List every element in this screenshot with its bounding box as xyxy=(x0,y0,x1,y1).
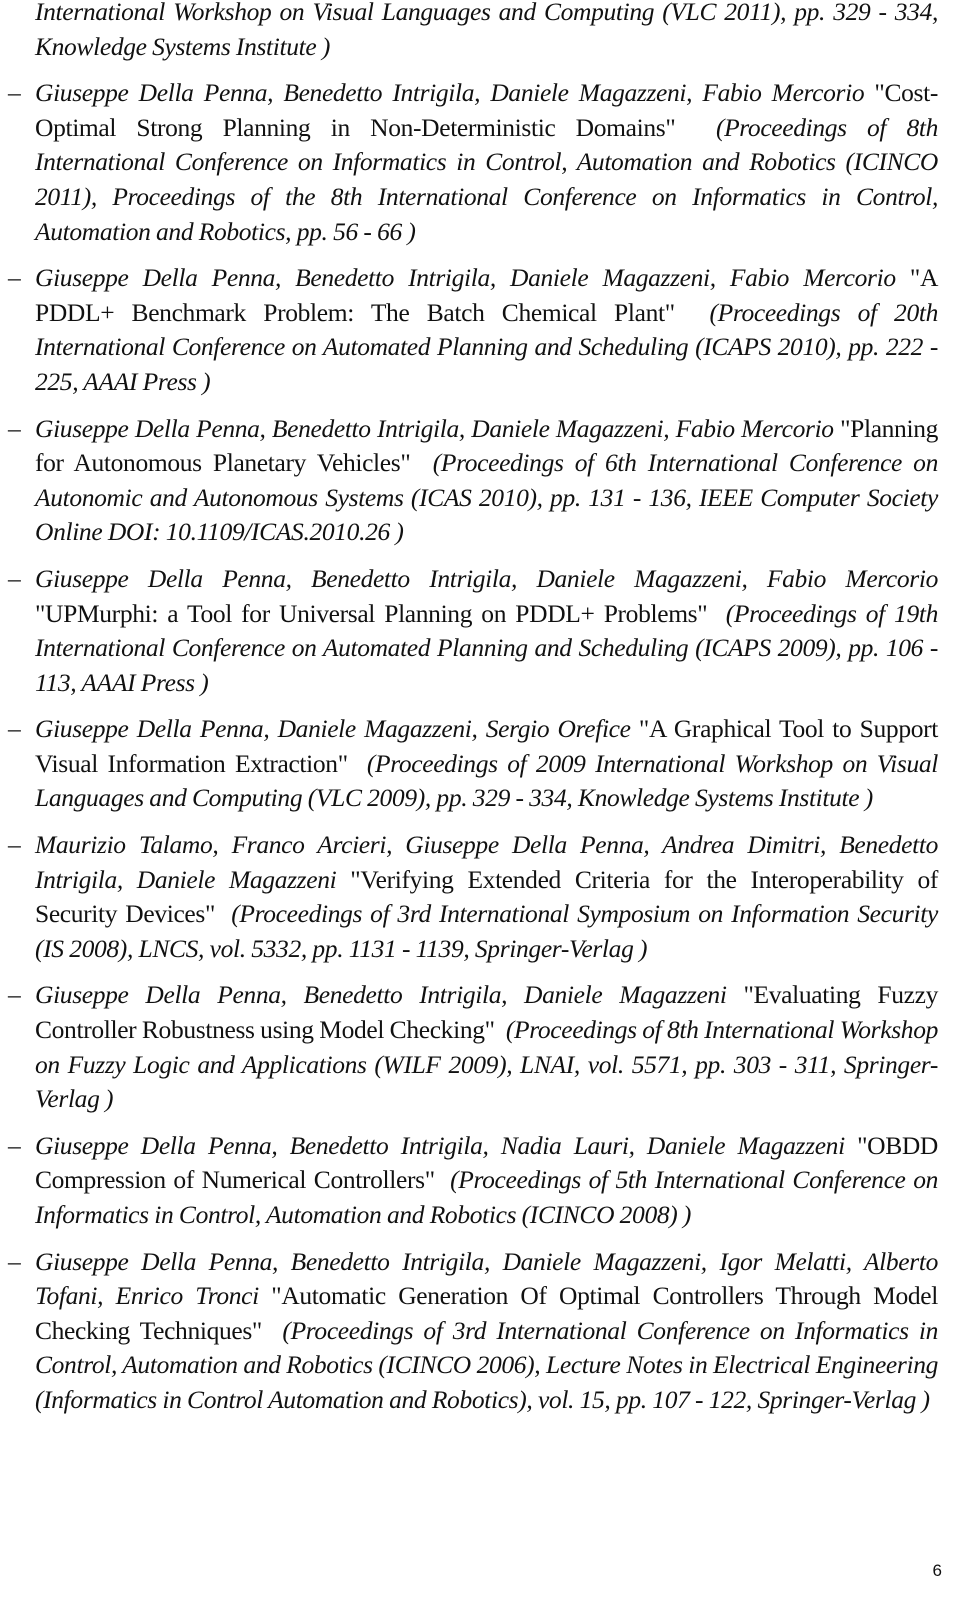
publication-entry: – Maurizio Talamo, Franco Arcieri, Giuse… xyxy=(0,828,938,966)
bullet-dash: – xyxy=(8,78,21,108)
bullet-dash: – xyxy=(8,714,21,744)
page-number: 6 xyxy=(932,1561,942,1580)
bullet-dash: – xyxy=(8,1130,21,1160)
publication-entry: – Giuseppe Della Penna, Benedetto Intrig… xyxy=(0,1245,938,1418)
publication-entry: – Giuseppe Della Penna, Daniele Magazzen… xyxy=(0,712,938,816)
bullet-dash: – xyxy=(8,1246,21,1276)
bullet-dash: – xyxy=(8,263,21,293)
bullet-dash: – xyxy=(8,830,21,860)
entry-authors: Giuseppe Della Penna, Benedetto Intrigil… xyxy=(35,263,896,293)
entry-title: "UPMurphi: a Tool for Universal Planning… xyxy=(35,598,708,628)
publication-list-page: International Workshop on Visual Languag… xyxy=(0,0,960,1418)
publication-entry: – Giuseppe Della Penna, Benedetto Intrig… xyxy=(0,978,938,1116)
bullet-dash: – xyxy=(8,980,21,1010)
continued-entry: International Workshop on Visual Languag… xyxy=(0,0,938,64)
entry-authors: Giuseppe Della Penna, Benedetto Intrigil… xyxy=(35,563,938,593)
bullet-dash: – xyxy=(8,413,21,443)
publication-entry: – Giuseppe Della Penna, Benedetto Intrig… xyxy=(0,1129,938,1233)
publication-entry: – Giuseppe Della Penna, Benedetto Intrig… xyxy=(0,412,938,550)
entry-venue: International Workshop on Visual Languag… xyxy=(35,0,938,61)
entry-authors: Giuseppe Della Penna, Benedetto Intrigil… xyxy=(35,413,834,443)
publication-entry: – Giuseppe Della Penna, Benedetto Intrig… xyxy=(0,562,938,700)
entry-authors: Giuseppe Della Penna, Benedetto Intrigil… xyxy=(35,1130,845,1160)
entry-authors: Giuseppe Della Penna, Benedetto Intrigil… xyxy=(35,980,727,1010)
entry-authors: Giuseppe Della Penna, Benedetto Intrigil… xyxy=(35,78,865,108)
entry-authors: Giuseppe Della Penna, Daniele Magazzeni,… xyxy=(35,714,631,744)
bullet-dash: – xyxy=(8,563,21,593)
publication-entry: – Giuseppe Della Penna, Benedetto Intrig… xyxy=(0,261,938,399)
publication-entry: – Giuseppe Della Penna, Benedetto Intrig… xyxy=(0,76,938,249)
